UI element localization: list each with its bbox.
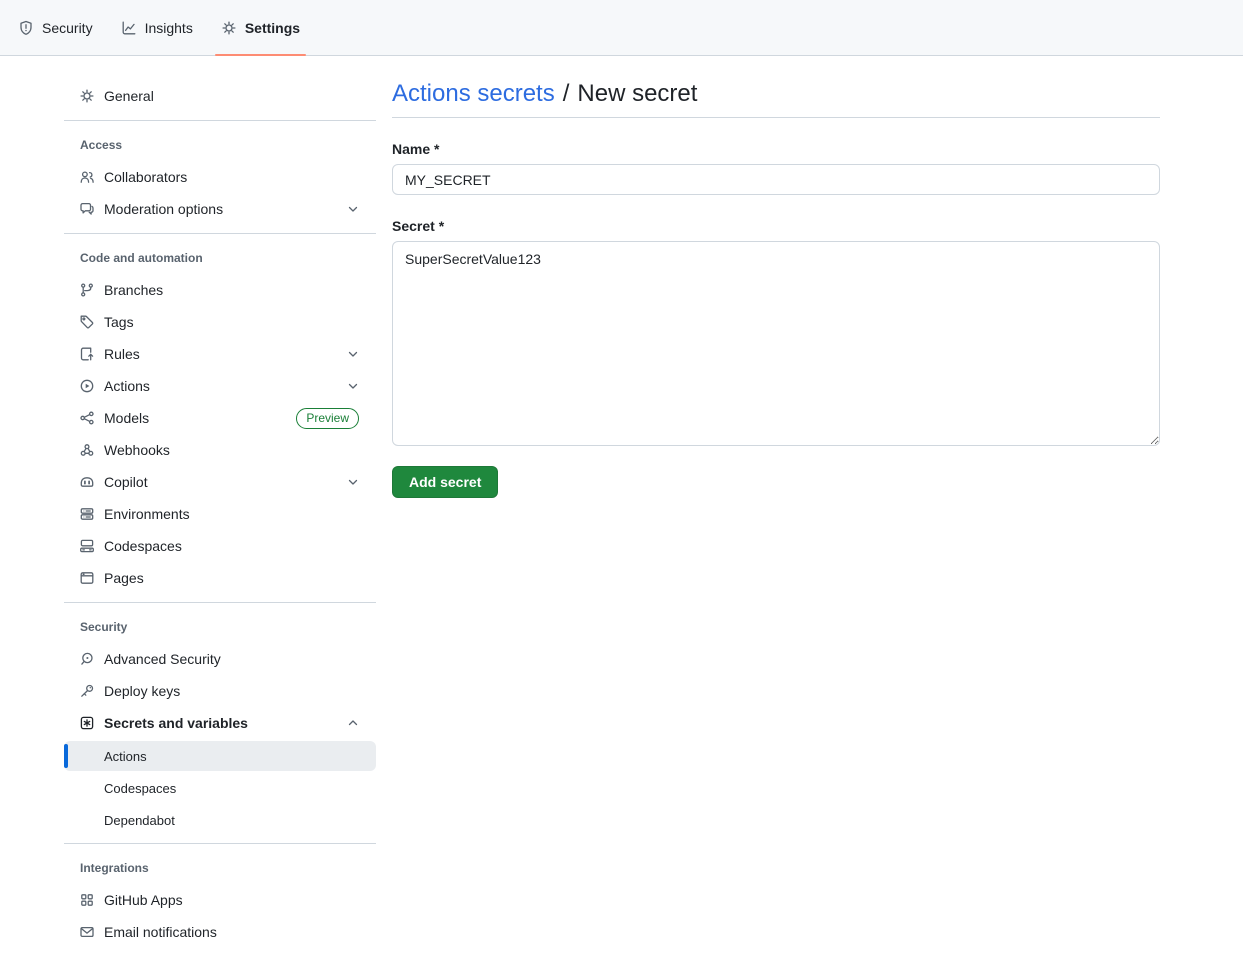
- sidebar-subitem-label: Actions: [104, 749, 147, 764]
- breadcrumb-separator: /: [563, 80, 570, 108]
- tab-label: Security: [42, 20, 93, 36]
- section-header-security: Security: [64, 611, 376, 643]
- server-icon: [79, 506, 95, 522]
- section-header-access: Access: [64, 129, 376, 161]
- shield-icon: [18, 20, 34, 36]
- chevron-down-icon: [345, 474, 361, 490]
- sidebar-subitem-label: Codespaces: [104, 781, 176, 796]
- sidebar-item-branches[interactable]: Branches: [64, 274, 376, 306]
- sidebar-item-label: Actions: [104, 378, 336, 394]
- sidebar-item-collaborators[interactable]: Collaborators: [64, 161, 376, 193]
- sidebar-item-label: Rules: [104, 346, 336, 362]
- graph-icon: [121, 20, 137, 36]
- section-header-integrations: Integrations: [64, 852, 376, 884]
- sidebar-subitem-codespaces[interactable]: Codespaces: [64, 773, 376, 803]
- chevron-down-icon: [345, 201, 361, 217]
- code-scan-icon: [79, 651, 95, 667]
- mail-icon: [79, 924, 95, 940]
- sidebar-item-tags[interactable]: Tags: [64, 306, 376, 338]
- webhook-icon: [79, 442, 95, 458]
- chevron-down-icon: [345, 346, 361, 362]
- main-content: Actions secrets / New secret Name * Secr…: [392, 56, 1160, 968]
- sidebar-subitem-actions[interactable]: Actions: [64, 741, 376, 771]
- divider: [64, 602, 376, 603]
- play-icon: [79, 378, 95, 394]
- sidebar-item-label: Advanced Security: [104, 651, 361, 667]
- copilot-icon: [79, 474, 95, 490]
- add-secret-button[interactable]: Add secret: [392, 466, 498, 498]
- divider: [64, 843, 376, 844]
- secret-value-textarea[interactable]: SuperSecretValue123: [392, 241, 1160, 446]
- divider: [64, 120, 376, 121]
- repo-tab-bar: Security Insights Settings: [0, 0, 1243, 56]
- sidebar-item-label: Tags: [104, 314, 361, 330]
- sidebar-item-label: Models: [104, 410, 287, 426]
- sidebar-item-label: Secrets and variables: [104, 715, 336, 731]
- tab-insights[interactable]: Insights: [111, 0, 203, 55]
- tab-settings[interactable]: Settings: [211, 0, 310, 55]
- divider: [64, 233, 376, 234]
- workflow-icon: [79, 410, 95, 426]
- sidebar-item-label: Moderation options: [104, 201, 336, 217]
- section-header-code-and-automation: Code and automation: [64, 242, 376, 274]
- sidebar-item-models[interactable]: Models Preview: [64, 402, 376, 434]
- tag-icon: [79, 314, 95, 330]
- sidebar-item-codespaces[interactable]: Codespaces: [64, 530, 376, 562]
- git-branch-icon: [79, 282, 95, 298]
- people-icon: [79, 169, 95, 185]
- breadcrumb: Actions secrets / New secret: [392, 80, 1160, 118]
- settings-sidebar: General Access Collaborators: [64, 56, 376, 968]
- sidebar-item-github-apps[interactable]: GitHub Apps: [64, 884, 376, 916]
- apps-grid-icon: [79, 892, 95, 908]
- new-secret-form: Name * Secret * SuperSecretValue123 Add …: [392, 141, 1160, 498]
- sidebar-item-label: Pages: [104, 570, 361, 586]
- key-icon: [79, 683, 95, 699]
- gear-icon: [79, 88, 95, 104]
- sidebar-item-advanced-security[interactable]: Advanced Security: [64, 643, 376, 675]
- sidebar-item-label: Webhooks: [104, 442, 361, 458]
- sidebar-item-label: Collaborators: [104, 169, 361, 185]
- name-label: Name *: [392, 141, 1160, 157]
- chevron-up-icon: [345, 715, 361, 731]
- tab-label: Insights: [145, 20, 193, 36]
- sidebar-item-rules[interactable]: Rules: [64, 338, 376, 370]
- tab-security[interactable]: Security: [8, 0, 103, 55]
- secret-name-input[interactable]: [392, 164, 1160, 195]
- gear-icon: [221, 20, 237, 36]
- sidebar-item-pages[interactable]: Pages: [64, 562, 376, 594]
- breadcrumb-link-actions-secrets[interactable]: Actions secrets: [392, 80, 555, 108]
- sidebar-item-label: Environments: [104, 506, 361, 522]
- sidebar-item-label: Copilot: [104, 474, 336, 490]
- sidebar-item-environments[interactable]: Environments: [64, 498, 376, 530]
- codespaces-icon: [79, 538, 95, 554]
- secret-asterisk-icon: [79, 715, 95, 731]
- secret-label: Secret *: [392, 218, 1160, 234]
- sidebar-item-moderation-options[interactable]: Moderation options: [64, 193, 376, 225]
- repo-push-icon: [79, 346, 95, 362]
- sidebar-item-webhooks[interactable]: Webhooks: [64, 434, 376, 466]
- sidebar-item-deploy-keys[interactable]: Deploy keys: [64, 675, 376, 707]
- sidebar-item-actions[interactable]: Actions: [64, 370, 376, 402]
- sidebar-item-label: Branches: [104, 282, 361, 298]
- sidebar-item-label: General: [104, 88, 361, 104]
- sidebar-item-email-notifications[interactable]: Email notifications: [64, 916, 376, 948]
- preview-badge: Preview: [296, 408, 359, 429]
- sidebar-item-secrets-and-variables[interactable]: Secrets and variables: [64, 707, 376, 739]
- sidebar-item-label: Codespaces: [104, 538, 361, 554]
- sidebar-item-label: Email notifications: [104, 924, 361, 940]
- chevron-down-icon: [345, 378, 361, 394]
- comment-discussion-icon: [79, 201, 95, 217]
- sidebar-item-label: GitHub Apps: [104, 892, 361, 908]
- sidebar-item-copilot[interactable]: Copilot: [64, 466, 376, 498]
- sidebar-item-label: Deploy keys: [104, 683, 361, 699]
- tab-label: Settings: [245, 20, 300, 36]
- sidebar-subitem-label: Dependabot: [104, 813, 175, 828]
- browser-icon: [79, 570, 95, 586]
- sidebar-subitem-dependabot[interactable]: Dependabot: [64, 805, 376, 835]
- page-title: New secret: [577, 80, 697, 108]
- sidebar-item-general[interactable]: General: [64, 80, 376, 112]
